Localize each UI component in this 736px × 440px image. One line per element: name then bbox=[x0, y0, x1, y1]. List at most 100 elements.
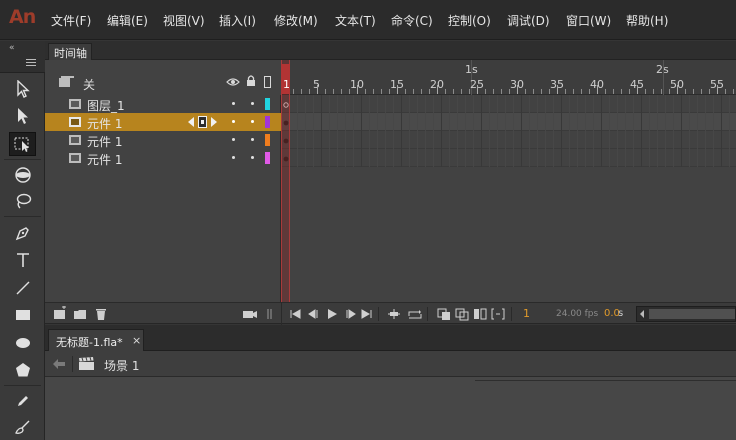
frame-cell-divider bbox=[513, 149, 514, 167]
layer-frames[interactable] bbox=[281, 149, 736, 167]
layer-color-swatch[interactable] bbox=[265, 152, 270, 164]
selection-tool[interactable] bbox=[9, 77, 36, 101]
visibility-dot[interactable] bbox=[232, 156, 235, 159]
menu-edit[interactable]: 编辑(E) bbox=[107, 12, 148, 29]
frame-cell-divider bbox=[425, 131, 426, 149]
lock-icon[interactable] bbox=[246, 75, 256, 87]
stage-edge bbox=[475, 380, 736, 381]
modify-onion-markers-icon[interactable] bbox=[491, 306, 505, 322]
visibility-dot[interactable] bbox=[232, 102, 235, 105]
ruler-tick bbox=[637, 85, 638, 94]
back-arrow-icon[interactable] bbox=[53, 359, 65, 369]
menu-insert[interactable]: 插入(I) bbox=[219, 12, 256, 29]
eye-icon[interactable] bbox=[226, 77, 240, 87]
3d-rotation-tool[interactable] bbox=[9, 163, 36, 187]
onion-skin-outlines-icon[interactable] bbox=[455, 306, 469, 322]
pen-tool[interactable] bbox=[9, 221, 36, 245]
layer-row[interactable]: 图层_1 bbox=[45, 95, 736, 113]
next-keyframe-icon[interactable] bbox=[210, 117, 218, 127]
step-forward-icon[interactable] bbox=[343, 306, 357, 322]
menu-file[interactable]: 文件(F) bbox=[51, 12, 91, 29]
lock-dot[interactable] bbox=[251, 120, 254, 123]
layer-color-swatch[interactable] bbox=[265, 98, 270, 110]
step-back-icon[interactable] bbox=[307, 306, 321, 322]
polystar-tool[interactable] bbox=[9, 358, 36, 382]
line-tool[interactable] bbox=[9, 276, 36, 300]
loop-icon[interactable] bbox=[407, 306, 423, 322]
frame-cell-divider bbox=[401, 131, 402, 149]
lock-dot[interactable] bbox=[251, 156, 254, 159]
panel-resize-grip-icon[interactable] bbox=[267, 306, 273, 322]
rectangle-tool[interactable] bbox=[9, 303, 36, 327]
menu-debug[interactable]: 调试(D) bbox=[507, 12, 550, 29]
outline-icon[interactable] bbox=[264, 76, 271, 88]
layer-color-swatch[interactable] bbox=[265, 116, 270, 128]
delete-layer-icon[interactable] bbox=[94, 306, 108, 322]
layer-frames[interactable] bbox=[281, 113, 736, 131]
ruler-tick bbox=[445, 89, 446, 94]
menu-control[interactable]: 控制(O) bbox=[448, 12, 491, 29]
layer-row[interactable]: 元件 1 bbox=[45, 149, 736, 167]
tab-timeline[interactable]: 时间轴 bbox=[48, 43, 92, 60]
frame-ruler[interactable]: 1s 2s 5 10 15 20 25 30 35 40 45 50 55 bbox=[281, 60, 736, 95]
layer-color-swatch[interactable] bbox=[265, 134, 270, 146]
document-tab[interactable]: 无标题-1.fla* × bbox=[48, 329, 144, 351]
brush-tool[interactable] bbox=[9, 415, 36, 439]
layer-frames[interactable] bbox=[281, 131, 736, 149]
frame-cell-divider bbox=[617, 113, 618, 131]
frame-cell-divider bbox=[337, 113, 338, 131]
center-frame-icon[interactable] bbox=[387, 306, 401, 322]
playhead-line[interactable] bbox=[281, 60, 290, 302]
layer-row[interactable]: 元件 1 bbox=[45, 131, 736, 149]
stage-area[interactable] bbox=[45, 377, 736, 440]
lock-dot[interactable] bbox=[251, 138, 254, 141]
frame-rate-value[interactable]: 24.00 fps bbox=[556, 309, 598, 319]
edit-bar: 场景 1 bbox=[45, 351, 736, 377]
ruler-tick bbox=[357, 85, 358, 94]
visibility-dot[interactable] bbox=[232, 120, 235, 123]
camera-icon[interactable] bbox=[242, 306, 258, 322]
scrollbar-thumb[interactable] bbox=[649, 309, 735, 319]
frame-cell-divider bbox=[401, 113, 402, 131]
free-transform-tool[interactable] bbox=[9, 132, 36, 156]
lasso-tool[interactable] bbox=[9, 189, 36, 213]
new-folder-icon[interactable] bbox=[73, 306, 87, 322]
text-tool[interactable] bbox=[9, 248, 36, 272]
edit-multiple-frames-icon[interactable] bbox=[473, 306, 487, 322]
menu-commands[interactable]: 命令(C) bbox=[391, 12, 433, 29]
frame-cell-divider bbox=[705, 95, 706, 113]
pencil-tool[interactable] bbox=[9, 389, 36, 413]
scroll-left-icon[interactable] bbox=[639, 310, 645, 318]
current-frame-value[interactable]: 1 bbox=[523, 307, 530, 320]
onion-skin-icon[interactable] bbox=[437, 306, 451, 322]
new-layer-icon[interactable] bbox=[53, 306, 67, 322]
menu-modify[interactable]: 修改(M) bbox=[274, 12, 318, 29]
lock-dot[interactable] bbox=[251, 102, 254, 105]
oval-tool[interactable] bbox=[9, 331, 36, 355]
frame-cell-divider bbox=[329, 131, 330, 149]
layer-frames[interactable] bbox=[281, 95, 736, 113]
visibility-dot[interactable] bbox=[232, 138, 235, 141]
frame-cell-divider bbox=[577, 95, 578, 113]
go-to-first-frame-icon[interactable] bbox=[289, 306, 301, 322]
menu-view[interactable]: 视图(V) bbox=[163, 12, 205, 29]
subselection-tool[interactable] bbox=[9, 104, 36, 128]
add-keyframe-icon[interactable] bbox=[198, 116, 207, 128]
go-to-last-frame-icon[interactable] bbox=[361, 306, 373, 322]
frame-cell-divider bbox=[497, 149, 498, 167]
timeline-horizontal-scrollbar[interactable] bbox=[636, 306, 736, 322]
layer-row-selected[interactable]: 元件 1 bbox=[45, 113, 736, 131]
layer-folder-icon[interactable] bbox=[59, 76, 75, 88]
play-icon[interactable] bbox=[326, 306, 338, 322]
frame-cell-divider bbox=[665, 95, 666, 113]
menu-help[interactable]: 帮助(H) bbox=[626, 12, 668, 29]
panel-menu-icon[interactable] bbox=[26, 59, 36, 66]
collapse-panel-icon[interactable]: « bbox=[9, 43, 15, 53]
previous-keyframe-icon[interactable] bbox=[187, 117, 195, 127]
menu-text[interactable]: 文本(T) bbox=[335, 12, 376, 29]
close-document-icon[interactable]: × bbox=[132, 334, 141, 347]
frame-cell-divider bbox=[401, 95, 402, 113]
menu-window[interactable]: 窗口(W) bbox=[566, 12, 611, 29]
frame-cell-divider bbox=[345, 95, 346, 113]
scene-name[interactable]: 场景 1 bbox=[104, 357, 139, 374]
